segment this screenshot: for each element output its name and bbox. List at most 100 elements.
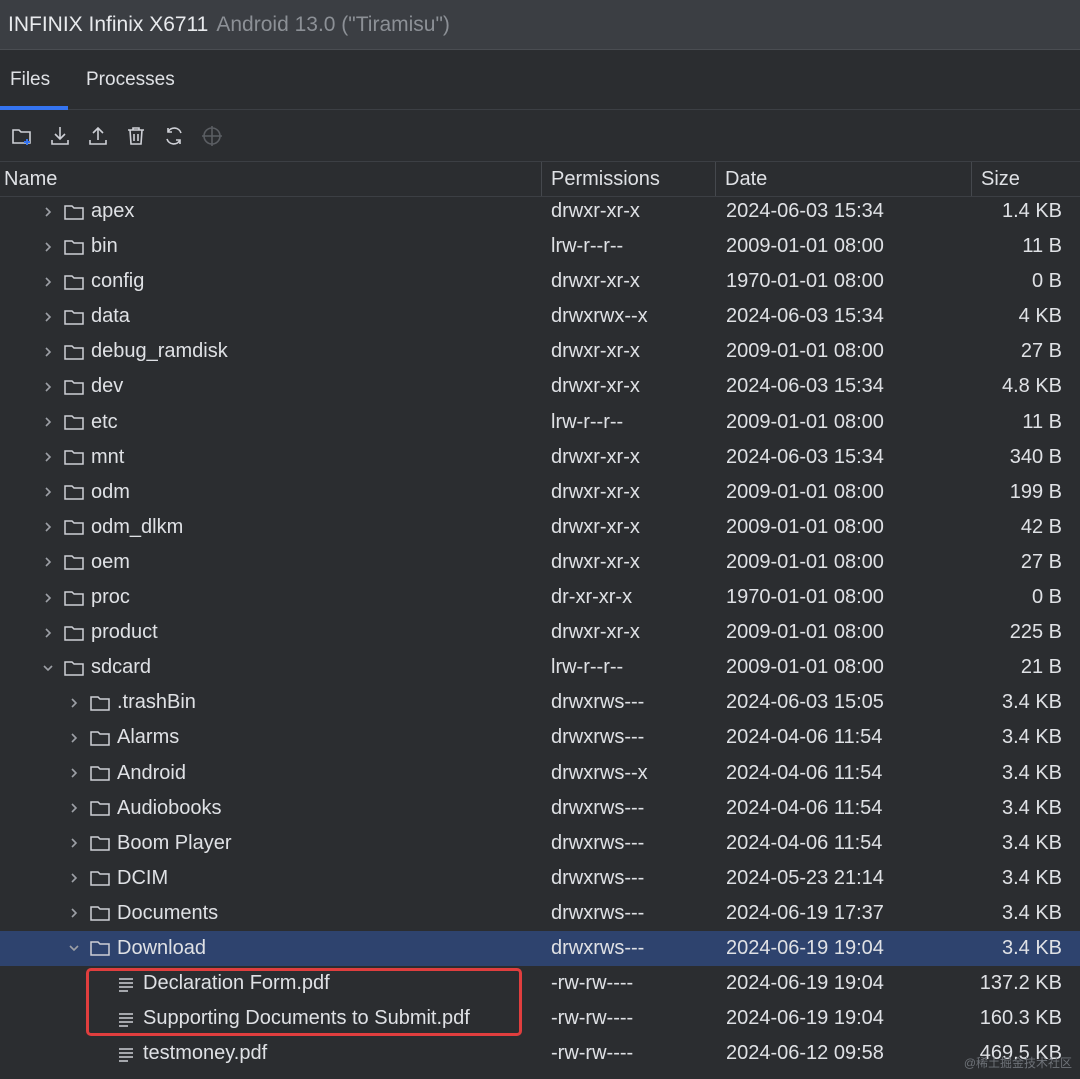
row-permissions: drwxrws--- xyxy=(551,691,645,714)
row-size: 3.4 KB xyxy=(1001,726,1062,749)
tab-processes[interactable]: Processes xyxy=(86,51,175,109)
row-name: Supporting Documents to Submit.pdf xyxy=(143,1007,470,1030)
folder-row[interactable]: Audiobooks drwxrws--- 2024-04-06 11:54 3.4 … xyxy=(0,791,1080,826)
row-size: 27 B xyxy=(1020,550,1062,573)
chevron-right-icon[interactable] xyxy=(67,720,81,755)
row-permissions: drwxr-xr-x xyxy=(551,515,640,538)
row-size: 42 B xyxy=(1020,515,1062,538)
folder-row[interactable]: bin lrw-r--r-- 2009-01-01 08:00 11 B xyxy=(0,229,1080,264)
row-name: sdcard xyxy=(91,656,152,679)
folder-row[interactable]: Android drwxrws--x 2024-04-06 11:54 3.4 KB xyxy=(0,756,1080,791)
chevron-down-icon[interactable] xyxy=(41,650,55,685)
row-name: Download xyxy=(117,936,206,959)
folder-row[interactable]: config drwxr-xr-x 1970-01-01 08:00 0 B xyxy=(0,264,1080,299)
chevron-right-icon[interactable] xyxy=(41,229,55,264)
download-icon[interactable] xyxy=(46,122,74,150)
new-folder-icon[interactable] xyxy=(8,122,36,150)
column-size[interactable]: Size xyxy=(971,162,1080,196)
column-date[interactable]: Date xyxy=(715,162,971,196)
row-size: 1.4 KB xyxy=(1001,200,1062,222)
folder-row[interactable]: etc lrw-r--r-- 2009-01-01 08:00 11 B xyxy=(0,405,1080,440)
row-size: 11 B xyxy=(1022,410,1062,433)
row-date: 2024-05-23 21:14 xyxy=(726,866,884,889)
tab-files[interactable]: Files xyxy=(10,51,50,109)
folder-row[interactable]: odm drwxr-xr-x 2009-01-01 08:00 199 B xyxy=(0,475,1080,510)
file-row[interactable]: Supporting Documents to Submit.pdf -rw-rw… xyxy=(0,1001,1080,1036)
row-name: Boom Player xyxy=(117,831,232,854)
folder-row[interactable]: .trashBin drwxrws--- 2024-06-03 15:05 3.4 K… xyxy=(0,685,1080,720)
folder-icon xyxy=(89,685,111,720)
folder-row[interactable]: Download drwxrws--- 2024-06-19 19:04 3.4 KB xyxy=(0,930,1080,967)
folder-icon xyxy=(63,299,85,334)
chevron-right-icon[interactable] xyxy=(41,264,55,299)
folder-row[interactable]: Alarms drwxrws--- 2024-04-06 11:54 3.4 KB xyxy=(0,720,1080,755)
folder-icon xyxy=(63,650,85,685)
row-date: 2024-04-06 11:54 xyxy=(726,726,883,749)
row-permissions: drwxrws--- xyxy=(551,901,645,924)
column-name[interactable]: Name xyxy=(0,162,541,196)
row-size: 137.2 KB xyxy=(979,972,1062,995)
chevron-right-icon[interactable] xyxy=(41,580,55,615)
trash-icon[interactable] xyxy=(122,122,150,150)
chevron-right-icon[interactable] xyxy=(41,545,55,580)
row-name: Alarms xyxy=(117,726,180,749)
upload-icon[interactable] xyxy=(84,122,112,150)
folder-row[interactable]: Documents drwxrws--- 2024-06-19 17:37 3.4 K… xyxy=(0,896,1080,931)
chevron-right-icon[interactable] xyxy=(67,791,81,826)
folder-row[interactable]: odm_dlkm drwxr-xr-x 2009-01-01 08:00 42 B xyxy=(0,510,1080,545)
chevron-right-icon[interactable] xyxy=(67,896,81,931)
chevron-right-icon[interactable] xyxy=(41,440,55,475)
row-name: Declaration Form.pdf xyxy=(143,972,330,995)
chevron-right-icon[interactable] xyxy=(67,861,81,896)
row-name: odm_dlkm xyxy=(91,515,184,538)
chevron-right-icon[interactable] xyxy=(67,685,81,720)
chevron-right-icon[interactable] xyxy=(41,299,55,334)
row-date: 2009-01-01 08:00 xyxy=(726,515,884,538)
row-name: debug_ramdisk xyxy=(91,340,228,363)
folder-row[interactable]: DCIM drwxrws--- 2024-05-23 21:14 3.4 KB xyxy=(0,861,1080,896)
folder-icon xyxy=(89,931,111,966)
row-date: 1970-01-01 08:00 xyxy=(726,270,884,293)
row-date: 2024-04-06 11:54 xyxy=(726,796,883,819)
refresh-icon[interactable] xyxy=(160,122,188,150)
folder-row[interactable]: debug_ramdisk drwxr-xr-x 2009-01-01 08:00 2… xyxy=(0,334,1080,369)
folder-icon xyxy=(63,475,85,510)
chevron-right-icon[interactable] xyxy=(41,334,55,369)
chevron-right-icon[interactable] xyxy=(41,194,55,229)
row-size: 0 B xyxy=(1031,586,1062,609)
folder-row[interactable]: data drwxrwx--x 2024-06-03 15:34 4 KB xyxy=(0,299,1080,334)
chevron-right-icon[interactable] xyxy=(41,510,55,545)
file-icon xyxy=(115,1001,137,1036)
file-row[interactable]: Declaration Form.pdf -rw-rw---- 2024-06-19… xyxy=(0,966,1080,1001)
row-permissions: drwxr-xr-x xyxy=(551,200,640,222)
row-permissions: drwxr-xr-x xyxy=(551,340,640,363)
folder-row[interactable]: proc dr-xr-xr-x 1970-01-01 08:00 0 B xyxy=(0,580,1080,615)
row-permissions: drwxr-xr-x xyxy=(551,550,640,573)
row-size: 199 B xyxy=(1009,480,1062,503)
chevron-right-icon[interactable] xyxy=(41,405,55,440)
row-name: odm xyxy=(91,480,130,503)
chevron-right-icon[interactable] xyxy=(41,615,55,650)
row-date: 2024-06-03 15:34 xyxy=(726,305,884,328)
row-date: 2024-06-19 19:04 xyxy=(726,936,884,959)
folder-row[interactable]: sdcard lrw-r--r-- 2009-01-01 08:00 21 B xyxy=(0,650,1080,685)
chevron-right-icon[interactable] xyxy=(67,826,81,861)
chevron-down-icon[interactable] xyxy=(67,931,81,966)
chevron-right-icon[interactable] xyxy=(41,475,55,510)
chevron-right-icon[interactable] xyxy=(41,369,55,404)
column-permissions[interactable]: Permissions xyxy=(541,162,715,196)
folder-row[interactable]: apex drwxr-xr-x 2024-06-03 15:34 1.4 KB xyxy=(0,194,1080,229)
folder-row[interactable]: mnt drwxr-xr-x 2024-06-03 15:34 340 B xyxy=(0,440,1080,475)
folder-row[interactable]: Boom Player drwxrws--- 2024-04-06 11:54 3.4… xyxy=(0,826,1080,861)
folder-row[interactable]: oem drwxr-xr-x 2009-01-01 08:00 27 B xyxy=(0,545,1080,580)
row-date: 2024-06-12 09:58 xyxy=(726,1042,884,1065)
file-row[interactable]: testmoney.pdf -rw-rw---- 2024-06-12 09:58 4… xyxy=(0,1036,1080,1071)
row-permissions: drwxr-xr-x xyxy=(551,480,640,503)
locate-icon xyxy=(198,122,226,150)
folder-row[interactable]: dev drwxr-xr-x 2024-06-03 15:34 4.8 KB xyxy=(0,369,1080,404)
folder-icon xyxy=(63,580,85,615)
folder-icon xyxy=(89,861,111,896)
chevron-right-icon[interactable] xyxy=(67,756,81,791)
folder-row[interactable]: product drwxr-xr-x 2009-01-01 08:00 225 B xyxy=(0,615,1080,650)
row-date: 2009-01-01 08:00 xyxy=(726,480,884,503)
